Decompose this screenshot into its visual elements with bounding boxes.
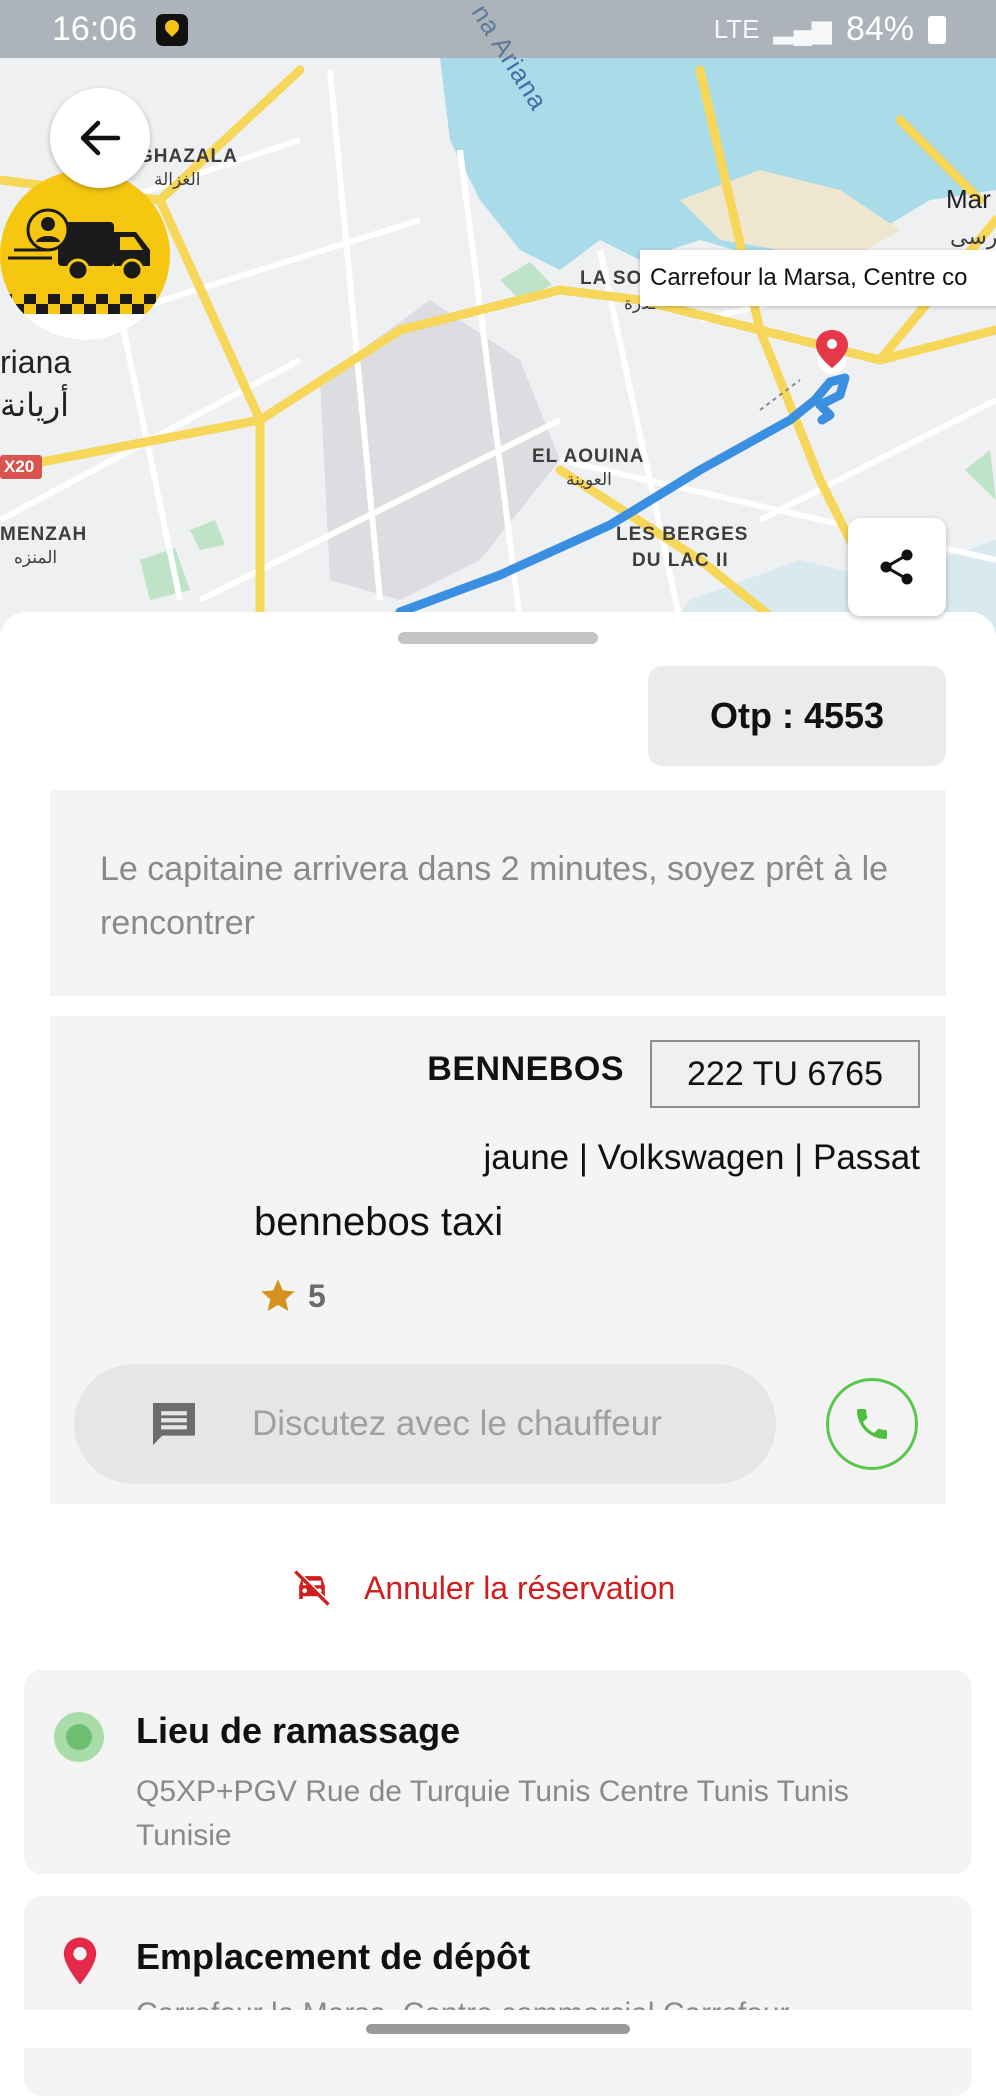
map-label-marsa: Mar <box>946 184 991 214</box>
map-label-ariana-ar: أريانة <box>0 387 70 423</box>
map-canvas <box>0 58 996 640</box>
map-label-marsa-ar: رسى <box>950 224 996 249</box>
map-label-menzah-ar: المنزه <box>14 548 58 567</box>
status-right: LTE ▂▄▆ 84% <box>714 10 946 49</box>
home-indicator[interactable] <box>366 2024 630 2034</box>
status-bar: 16:06 LTE ▂▄▆ 84% <box>0 0 996 58</box>
map-label-berges-1: LES BERGES <box>616 524 749 545</box>
battery-percent: 84% <box>845 10 914 48</box>
battery-icon <box>928 15 946 44</box>
sheet-drag-handle[interactable] <box>398 632 598 644</box>
pickup-card[interactable]: Lieu de ramassage Q5XP+PGV Rue de Turqui… <box>24 1670 972 1874</box>
map-label-ghazala-ar: الغزالة <box>154 170 201 189</box>
network-type: LTE <box>713 14 760 44</box>
map-label-berges-2: DU LAC II <box>632 550 729 571</box>
rating-value: 5 <box>308 1277 326 1314</box>
map-label-ariana: riana <box>0 344 72 380</box>
map-label-ghazala: GHAZALA <box>138 146 238 167</box>
back-button[interactable] <box>50 88 150 188</box>
driver-name: BENNEBOS <box>427 1050 624 1088</box>
share-button[interactable] <box>848 518 946 616</box>
vehicle-info: jaune | Volkswagen | Passat <box>483 1138 920 1177</box>
status-time: 16:06 <box>52 10 138 48</box>
system-nav-bar <box>0 2010 996 2048</box>
chat-placeholder: Discutez avec le chauffeur <box>252 1404 662 1443</box>
map-label-aouina-ar: العوينة <box>566 470 612 489</box>
call-driver-button[interactable] <box>826 1378 918 1470</box>
notification-app-icon <box>156 14 188 46</box>
phone-icon <box>857 1409 887 1439</box>
app-logo <box>0 170 170 340</box>
pickup-address: Q5XP+PGV Rue de Turquie Tunis Centre Tun… <box>136 1775 849 1852</box>
back-arrow-icon <box>80 120 121 156</box>
star-icon <box>261 1279 295 1311</box>
dropoff-card[interactable]: Emplacement de dépôt Carrefour la Marsa,… <box>24 1896 972 2096</box>
pickup-dot-icon <box>54 1712 104 1762</box>
arrival-message: Le capitaine arrivera dans 2 minutes, so… <box>50 790 946 996</box>
cancel-car-icon <box>294 1569 331 1606</box>
license-plate: 222 TU 6765 <box>650 1040 920 1108</box>
otp-badge: Otp : 4553 <box>648 666 946 766</box>
location-pin-icon <box>63 1937 97 1985</box>
cancel-label: Annuler la réservation <box>364 1569 676 1606</box>
pickup-title: Lieu de ramassage <box>136 1710 461 1751</box>
chat-icon <box>153 1403 195 1445</box>
chat-with-driver-button[interactable]: Discutez avec le chauffeur <box>74 1364 776 1484</box>
map-label-lasoukra: LA SO <box>580 268 643 289</box>
signal-icon: ▂▄▆ <box>773 14 832 44</box>
destination-tooltip: Carrefour la Marsa, Centre co <box>640 250 996 306</box>
cancel-booking-button[interactable]: Annuler la réservation <box>290 1566 675 1610</box>
trip-details-sheet: Otp : 4553 Le capitaine arrivera dans 2 … <box>0 612 996 2096</box>
map-label-aouina: EL AOUINA <box>532 446 645 467</box>
share-icon <box>880 549 913 585</box>
driver-rating: 5 <box>258 1276 326 1316</box>
taxi-truck-icon <box>0 208 170 340</box>
dropoff-title: Emplacement de dépôt <box>136 1936 531 1977</box>
road-shield: X20 <box>0 455 43 479</box>
company-name: bennebos taxi <box>254 1200 504 1244</box>
map-label-menzah: MENZAH <box>0 524 88 545</box>
map-view[interactable]: na Ariana GHAZALA الغزالة riana أريانة X… <box>0 0 996 640</box>
driver-card: BENNEBOS 222 TU 6765 jaune | Volkswagen … <box>50 1016 946 1504</box>
